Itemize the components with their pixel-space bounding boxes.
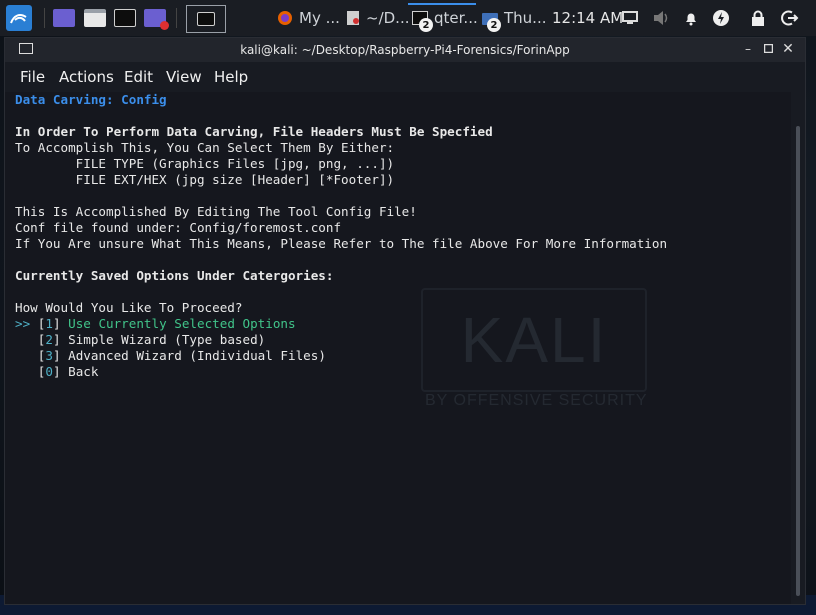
saved-options-heading: Currently Saved Options Under Catergorie… <box>15 268 334 283</box>
file-manager-icon[interactable] <box>84 0 106 36</box>
output-line: Conf file found under: Config/foremost.c… <box>15 220 342 235</box>
menu-option-1[interactable]: >> [1] Use Currently Selected Options <box>15 316 296 332</box>
output-line: FILE EXT/HEX (jpg size [Header] [*Footer… <box>15 172 395 187</box>
output-line: This Is Accomplished By Editing The Tool… <box>15 204 417 219</box>
terminal-launcher-icon[interactable] <box>114 0 136 36</box>
workspace-icon[interactable] <box>53 0 75 36</box>
option-label: Use Currently Selected Options <box>68 316 296 331</box>
menu-file[interactable]: File <box>20 68 45 86</box>
option-label: Simple Wizard (Type based) <box>68 332 266 347</box>
option-number: 1 <box>45 316 53 331</box>
selection-cursor: >> <box>15 316 31 331</box>
option-number: 0 <box>45 364 53 379</box>
option-label: Back <box>68 364 99 379</box>
window-count-badge: 2 <box>487 18 501 32</box>
title-bar[interactable]: kali@kali: ~/Desktop/Raspberry-Pi4-Foren… <box>5 38 805 62</box>
menu-edit[interactable]: Edit <box>124 68 153 86</box>
firefox-icon <box>278 11 292 25</box>
kali-menu-icon[interactable] <box>6 0 32 36</box>
notification-bell-icon[interactable] <box>683 0 699 36</box>
taskbar-label: Thu... <box>504 9 547 27</box>
menu-help[interactable]: Help <box>214 68 248 86</box>
lock-icon[interactable] <box>751 0 765 36</box>
menu-view[interactable]: View <box>166 68 202 86</box>
menu-option-2[interactable]: [2] Simple Wizard (Type based) <box>15 332 266 348</box>
window-count-badge: 2 <box>419 18 433 32</box>
screen-recorder-icon[interactable] <box>144 0 169 36</box>
active-task-indicator <box>408 3 476 5</box>
clock[interactable]: 12:14 AM <box>552 0 623 36</box>
taskbar-label: ~/D... <box>366 9 410 27</box>
terminal-output[interactable]: KALI BY OFFENSIVE SECURITY Data Carving:… <box>5 92 791 604</box>
minimize-icon[interactable]: – <box>741 41 755 57</box>
top-panel: My ... ~/D... qter... 2 Thu... 2 12:14 A… <box>0 0 816 36</box>
active-terminal-button[interactable] <box>186 5 226 33</box>
close-icon[interactable]: ✕ <box>781 41 795 57</box>
section-heading: Data Carving: Config <box>15 92 167 107</box>
terminal-window: kali@kali: ~/Desktop/Raspberry-Pi4-Foren… <box>4 37 806 605</box>
panel-separator <box>44 8 45 28</box>
panel-separator <box>176 8 177 28</box>
taskbar-item-files[interactable]: ~/D... <box>346 0 409 36</box>
menu-actions[interactable]: Actions <box>59 68 114 86</box>
menu-bar: File Actions Edit View Help <box>5 62 805 92</box>
display-icon[interactable] <box>622 0 638 36</box>
power-manager-icon[interactable] <box>712 0 730 36</box>
taskbar-label: qter... <box>434 9 478 27</box>
option-label: Advanced Wizard (Individual Files) <box>68 348 326 363</box>
taskbar-label: My ... <box>299 9 340 27</box>
menu-option-back[interactable]: [0] Back <box>15 364 99 380</box>
maximize-icon[interactable] <box>761 41 775 57</box>
vertical-scrollbar[interactable] <box>791 92 805 604</box>
kali-watermark-logo: KALI <box>421 288 647 392</box>
output-line: FILE TYPE (Graphics Files [jpg, png, ...… <box>15 156 395 171</box>
option-number: 2 <box>45 332 53 347</box>
volume-icon[interactable] <box>652 0 670 36</box>
proceed-prompt: How Would You Like To Proceed? <box>15 300 243 315</box>
window-title: kali@kali: ~/Desktop/Raspberry-Pi4-Foren… <box>240 43 570 57</box>
menu-option-3[interactable]: [3] Advanced Wizard (Individual Files) <box>15 348 326 364</box>
logout-icon[interactable] <box>781 0 799 36</box>
intro-bold-line: In Order To Perform Data Carving, File H… <box>15 124 493 139</box>
document-icon <box>347 11 359 25</box>
kali-watermark-tagline: BY OFFENSIVE SECURITY <box>425 392 648 409</box>
output-line: To Accomplish This, You Can Select Them … <box>15 140 395 155</box>
option-number: 3 <box>45 348 53 363</box>
scrollbar-thumb[interactable] <box>796 126 800 596</box>
taskbar-item-firefox[interactable]: My ... <box>277 0 340 36</box>
output-line: If You Are unsure What This Means, Pleas… <box>15 236 668 251</box>
